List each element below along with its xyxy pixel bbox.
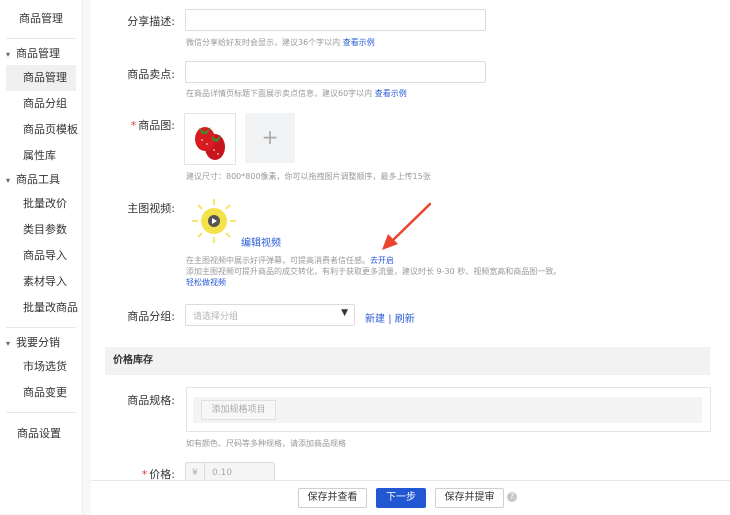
annotation-arrow-icon: [382, 202, 432, 250]
sidebar-section-tools[interactable]: ▾ 商品工具: [0, 169, 82, 191]
new-group-link[interactable]: 新建: [365, 314, 385, 325]
sidebar-item-goods-group[interactable]: 商品分组: [0, 91, 82, 117]
sidebar-section-goods[interactable]: ▾ 商品管理: [0, 43, 82, 65]
spec-label: 商品规格:: [127, 394, 175, 407]
share-desc-hint: 微信分享给好友时会显示，建议36个字以内 查看示例: [186, 38, 375, 47]
sidebar-item-market-select[interactable]: 市场选货: [0, 354, 82, 380]
enable-link[interactable]: 去开启: [370, 256, 394, 265]
share-desc-label: 分享描述:: [127, 15, 175, 28]
price-placeholder: 0.10: [212, 468, 233, 478]
refresh-link[interactable]: 刷新: [395, 314, 415, 325]
caret-icon: ▾: [6, 50, 11, 59]
share-example-link[interactable]: 查看示例: [343, 38, 375, 47]
spec-box: 添加规格项目: [186, 387, 711, 432]
edit-video-link[interactable]: 编辑视频: [241, 234, 281, 249]
sidebar-item-attributes[interactable]: 属性库: [0, 143, 82, 169]
next-button[interactable]: 下一步: [376, 488, 426, 508]
price-stock-section: 价格库存: [105, 347, 710, 375]
group-actions: 新建 | 刷新: [365, 314, 415, 325]
product-image-label: * 商品图:: [130, 119, 175, 132]
main-video-label: 主图视频:: [127, 202, 175, 215]
sidebar-section-distribution[interactable]: ▾ 我要分销: [0, 332, 82, 354]
dropdown-arrow-icon: ▼: [341, 308, 348, 318]
product-image-thumb[interactable]: [184, 113, 236, 165]
sidebar-item-batch-edit[interactable]: 批量改商品: [0, 295, 82, 321]
caret-icon: ▾: [6, 339, 11, 348]
add-spec-button[interactable]: 添加规格项目: [201, 400, 276, 420]
video-hint-1: 在主图视频中展示好评弹幕，可提高消费者信任感。去开启: [186, 256, 394, 265]
sidebar-item-goods-import[interactable]: 商品导入: [0, 243, 82, 269]
sidebar: 商品管理 ▾ 商品管理 商品管理 商品分组 商品页模板 属性库 ▾ 商品工具 批量改…: [0, 0, 83, 514]
strawberry-image: [195, 127, 225, 160]
question-circle-icon[interactable]: ?: [507, 492, 517, 502]
video-play-icon: [192, 199, 236, 243]
caret-icon: ▾: [6, 176, 11, 185]
sidebar-item-page-template[interactable]: 商品页模板: [0, 117, 82, 143]
sidebar-title: 商品管理: [19, 12, 63, 25]
save-view-button[interactable]: 保存并查看: [298, 488, 367, 508]
video-hint-2: 添加主图视频可提升商品的成交转化，有利于获取更多流量，建议时长 9-30 秒、视…: [186, 267, 562, 276]
selling-point-label: 商品卖点:: [127, 68, 175, 81]
goods-group-select[interactable]: 请选择分组 ▼: [185, 304, 355, 326]
video-thumb[interactable]: [190, 197, 238, 245]
sidebar-item-goods-manage[interactable]: 商品管理: [6, 65, 76, 91]
save-audit-button[interactable]: 保存并提审: [435, 488, 504, 508]
image-hint: 建议尺寸：800*800像素，你可以拖拽图片调整顺序，最多上传15张: [186, 172, 431, 181]
main-form: 分享描述: 微信分享给好友时会显示，建议36个字以内 查看示例 商品卖点: 在商…: [91, 0, 730, 515]
sidebar-item-settings[interactable]: 商品设置: [0, 423, 82, 445]
sidebar-item-material-import[interactable]: 素材导入: [0, 269, 82, 295]
spec-hint: 如有颜色、尺码等多种规格，请添加商品规格: [186, 439, 346, 448]
required-mark: *: [130, 119, 137, 132]
sidebar-item-batch-price[interactable]: 批量改价: [0, 191, 82, 217]
selling-point-hint: 在商品详情页标题下面展示卖点信息，建议60字以内 查看示例: [186, 89, 407, 98]
share-desc-input[interactable]: [185, 9, 486, 31]
easy-video-link[interactable]: 轻松做视频: [186, 277, 226, 288]
goods-group-label: 商品分组:: [127, 310, 175, 323]
selling-example-link[interactable]: 查看示例: [375, 89, 407, 98]
add-image-button[interactable]: +: [245, 113, 295, 163]
sidebar-item-category-params[interactable]: 类目参数: [0, 217, 82, 243]
sidebar-item-goods-change[interactable]: 商品变更: [0, 380, 82, 406]
selling-point-input[interactable]: [185, 61, 486, 83]
